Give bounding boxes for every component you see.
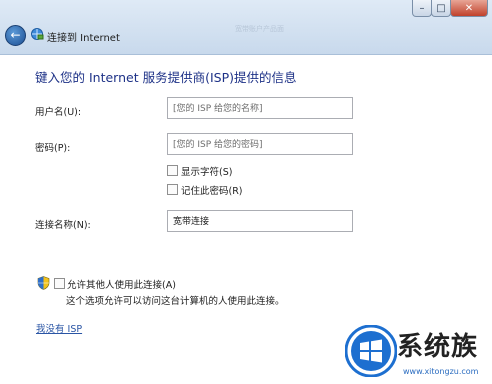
uac-shield-icon bbox=[37, 276, 50, 290]
page-heading: 键入您的 Internet 服务提供商(ISP)提供的信息 bbox=[35, 70, 297, 85]
no-isp-link[interactable]: 我没有 ISP bbox=[36, 321, 82, 335]
windows-logo-icon bbox=[345, 325, 397, 377]
password-label: 密码(P): bbox=[35, 143, 71, 154]
maximize-button[interactable]: □ bbox=[431, 0, 451, 17]
watermark-url: www.xitongzu.com bbox=[403, 367, 479, 376]
back-arrow-icon[interactable]: ← bbox=[5, 25, 26, 46]
remember-password-checkbox[interactable] bbox=[167, 184, 178, 195]
connection-name-label: 连接名称(N): bbox=[35, 220, 91, 231]
show-characters-checkbox[interactable] bbox=[167, 165, 178, 176]
allow-others-note: 这个选项允许可以访问这台计算机的人使用此连接。 bbox=[66, 296, 285, 307]
username-field[interactable]: [您的 ISP 给您的名称] bbox=[167, 97, 353, 119]
show-characters-label: 显示字符(S) bbox=[181, 167, 233, 178]
wizard-title: 连接到 Internet bbox=[47, 33, 120, 44]
username-label: 用户名(U): bbox=[35, 107, 82, 118]
allow-others-label: 允许其他人使用此连接(A) bbox=[67, 280, 176, 291]
title-bar: – □ ✕ ← 连接到 Internet 宽带账户产品面 bbox=[0, 0, 492, 55]
watermark-text: 系统族 bbox=[397, 332, 479, 362]
faint-window-title: 宽带账户产品面 bbox=[235, 25, 284, 33]
network-wizard-icon bbox=[31, 28, 44, 40]
minimize-button[interactable]: – bbox=[412, 0, 432, 17]
close-button[interactable]: ✕ bbox=[450, 0, 488, 17]
connection-name-field[interactable]: 宽带连接 bbox=[167, 210, 353, 232]
remember-password-label: 记住此密码(R) bbox=[181, 186, 243, 197]
password-field[interactable]: [您的 ISP 给您的密码] bbox=[167, 133, 353, 155]
watermark: 系统族 www.xitongzu.com bbox=[345, 325, 492, 384]
allow-others-checkbox[interactable] bbox=[54, 278, 65, 289]
